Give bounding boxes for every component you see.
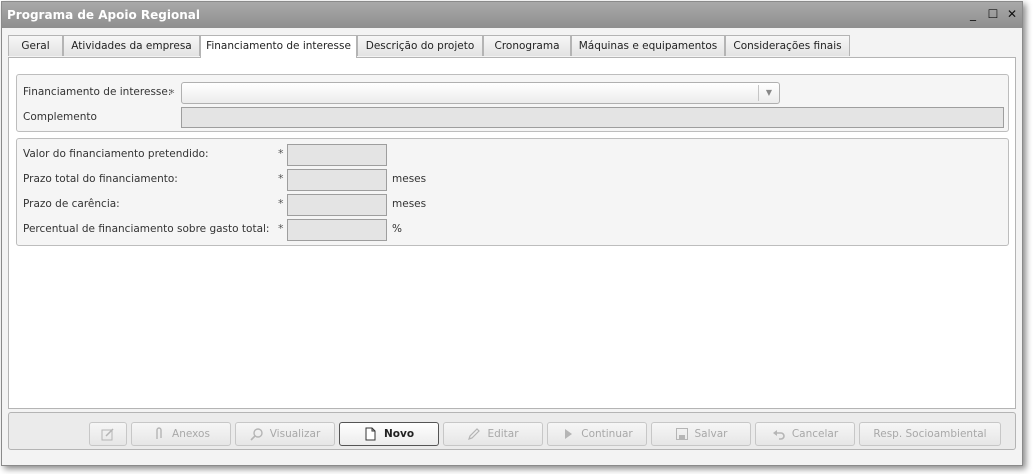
main-window: Programa de Apoio Regional _ ☐ ✕ Geral A… xyxy=(1,1,1023,466)
continuar-button[interactable]: Continuar xyxy=(547,422,647,446)
anexos-label: Anexos xyxy=(172,428,210,440)
paperclip-icon xyxy=(152,427,166,441)
required-marker: * xyxy=(278,197,284,210)
window-title: Programa de Apoio Regional xyxy=(7,8,200,22)
required-marker: * xyxy=(169,87,175,100)
tab-cronograma[interactable]: Cronograma xyxy=(483,35,571,56)
financiamento-group: Financiamento de interesse: * ▼ Compleme… xyxy=(16,74,1009,132)
play-icon xyxy=(561,427,575,441)
valores-group: Valor do financiamento pretendido: * Pra… xyxy=(16,138,1009,246)
cancelar-label: Cancelar xyxy=(791,428,839,440)
undo-icon xyxy=(772,427,786,441)
prazo-total-field xyxy=(287,169,387,191)
financiamento-label: Financiamento de interesse: xyxy=(23,86,172,98)
salvar-button[interactable]: Salvar xyxy=(651,422,751,446)
tab-geral[interactable]: Geral xyxy=(8,35,63,56)
novo-label: Novo xyxy=(383,428,415,440)
tab-descricao[interactable]: Descrição do projeto xyxy=(357,35,483,56)
required-marker: * xyxy=(278,222,284,235)
valor-label: Valor do financiamento pretendido: xyxy=(23,148,209,160)
prazo-total-unit: meses xyxy=(392,173,427,185)
action-toolbar: Anexos Visualizar Novo Editar Continuar xyxy=(8,412,1016,450)
maximize-button[interactable]: ☐ xyxy=(985,6,1001,22)
valor-field xyxy=(287,144,387,166)
complemento-label: Complemento xyxy=(23,111,97,123)
edit-note-icon xyxy=(101,427,115,441)
visualizar-label: Visualizar xyxy=(269,428,321,440)
percentual-unit: % xyxy=(392,223,402,235)
complemento-field xyxy=(181,107,1004,128)
editar-label: Editar xyxy=(487,428,519,440)
pencil-icon xyxy=(467,427,481,441)
resp-socioambiental-label: Resp. Socioambiental xyxy=(873,428,987,440)
tab-atividades[interactable]: Atividades da empresa xyxy=(63,35,200,56)
new-document-icon xyxy=(364,427,378,441)
tab-maquinas[interactable]: Máquinas e equipamentos xyxy=(571,35,725,56)
prazo-carencia-unit: meses xyxy=(392,198,427,210)
tab-consideracoes[interactable]: Considerações finais xyxy=(725,35,850,56)
notes-button[interactable] xyxy=(89,422,127,446)
financiamento-select[interactable]: ▼ xyxy=(181,82,780,104)
visualizar-button[interactable]: Visualizar xyxy=(235,422,335,446)
floppy-disk-icon xyxy=(675,427,689,441)
percentual-field xyxy=(287,219,387,241)
title-bar[interactable]: Programa de Apoio Regional _ ☐ ✕ xyxy=(2,2,1022,28)
prazo-total-label: Prazo total do financiamento: xyxy=(23,173,178,185)
required-marker: * xyxy=(278,172,284,185)
prazo-carencia-field xyxy=(287,194,387,216)
resp-socioambiental-button[interactable]: Resp. Socioambiental xyxy=(859,422,1001,446)
editar-button[interactable]: Editar xyxy=(443,422,543,446)
close-button[interactable]: ✕ xyxy=(1004,6,1020,22)
tab-financiamento[interactable]: Financiamento de interesse xyxy=(200,35,357,58)
magnifier-icon xyxy=(250,427,264,441)
tab-content-panel: Financiamento de interesse: * ▼ Compleme… xyxy=(8,57,1016,409)
cancelar-button[interactable]: Cancelar xyxy=(755,422,855,446)
anexos-button[interactable]: Anexos xyxy=(131,422,231,446)
percentual-label: Percentual de financiamento sobre gasto … xyxy=(23,223,270,235)
prazo-carencia-label: Prazo de carência: xyxy=(23,198,120,210)
minimize-button[interactable]: _ xyxy=(965,6,981,22)
salvar-label: Salvar xyxy=(694,428,728,440)
chevron-down-icon[interactable]: ▼ xyxy=(758,85,779,101)
novo-button[interactable]: Novo xyxy=(339,422,439,446)
required-marker: * xyxy=(278,147,284,160)
continuar-label: Continuar xyxy=(581,428,633,440)
